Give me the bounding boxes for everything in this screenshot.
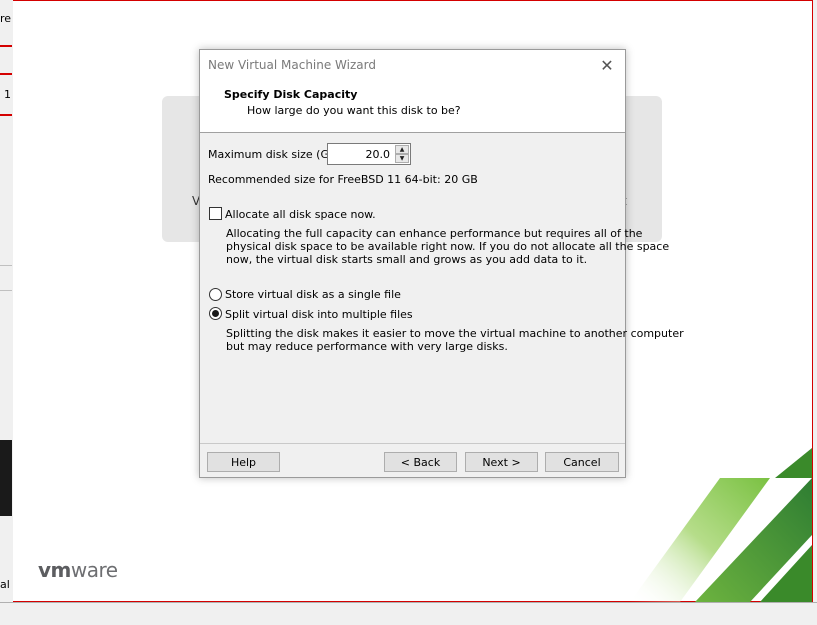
vmware-corner-graphic [630, 448, 812, 602]
background-text-fragment: re [0, 12, 12, 25]
step-title: Specify Disk Capacity [224, 88, 358, 101]
max-disk-size-stepper[interactable]: ▲ ▼ [327, 143, 411, 165]
dialog-titlebar[interactable]: New Virtual Machine Wizard ✕ [200, 50, 625, 80]
dialog-title: New Virtual Machine Wizard [208, 58, 376, 72]
background-red-marker [0, 45, 12, 47]
background-divider [0, 290, 12, 291]
single-file-label[interactable]: Store virtual disk as a single file [225, 288, 401, 301]
multiple-files-radio[interactable] [209, 307, 222, 320]
footer-divider [200, 443, 625, 444]
next-button[interactable]: Next > [465, 452, 538, 472]
cancel-button[interactable]: Cancel [545, 452, 619, 472]
close-icon[interactable]: ✕ [597, 55, 617, 75]
background-window-right-edge [813, 0, 817, 624]
increment-arrow-icon[interactable]: ▲ [395, 145, 409, 154]
back-button[interactable]: < Back [384, 452, 457, 472]
new-vm-wizard-dialog: New Virtual Machine Wizard ✕ Specify Dis… [199, 49, 684, 478]
background-window-left-edge: re 1 al th [0, 0, 14, 624]
decrement-arrow-icon[interactable]: ▼ [395, 154, 409, 163]
wizard-header: Specify Disk Capacity How large do you w… [200, 80, 625, 133]
vmware-logo: vmware [38, 558, 118, 582]
max-disk-size-label: Maximum disk size (GB): [208, 148, 345, 161]
background-dark-panel [0, 440, 12, 516]
background-red-marker [0, 114, 12, 116]
split-description: Splitting the disk makes it easier to mo… [226, 327, 684, 353]
allocate-all-checkbox[interactable] [209, 207, 222, 220]
single-file-radio[interactable] [209, 288, 222, 301]
background-status-strip [0, 602, 817, 625]
help-button[interactable]: Help [207, 452, 280, 472]
background-text-fragment: al [0, 578, 10, 591]
recommended-size-text: Recommended size for FreeBSD 11 64-bit: … [208, 173, 478, 186]
allocate-description: Allocating the full capacity can enhance… [226, 227, 670, 266]
background-divider [0, 265, 12, 266]
max-disk-size-input[interactable] [328, 144, 394, 164]
multiple-files-label[interactable]: Split virtual disk into multiple files [225, 308, 413, 321]
stepper-arrows: ▲ ▼ [395, 145, 409, 163]
allocate-all-label[interactable]: Allocate all disk space now. [225, 208, 376, 221]
background-red-marker [0, 73, 12, 75]
step-subtitle: How large do you want this disk to be? [247, 104, 461, 117]
